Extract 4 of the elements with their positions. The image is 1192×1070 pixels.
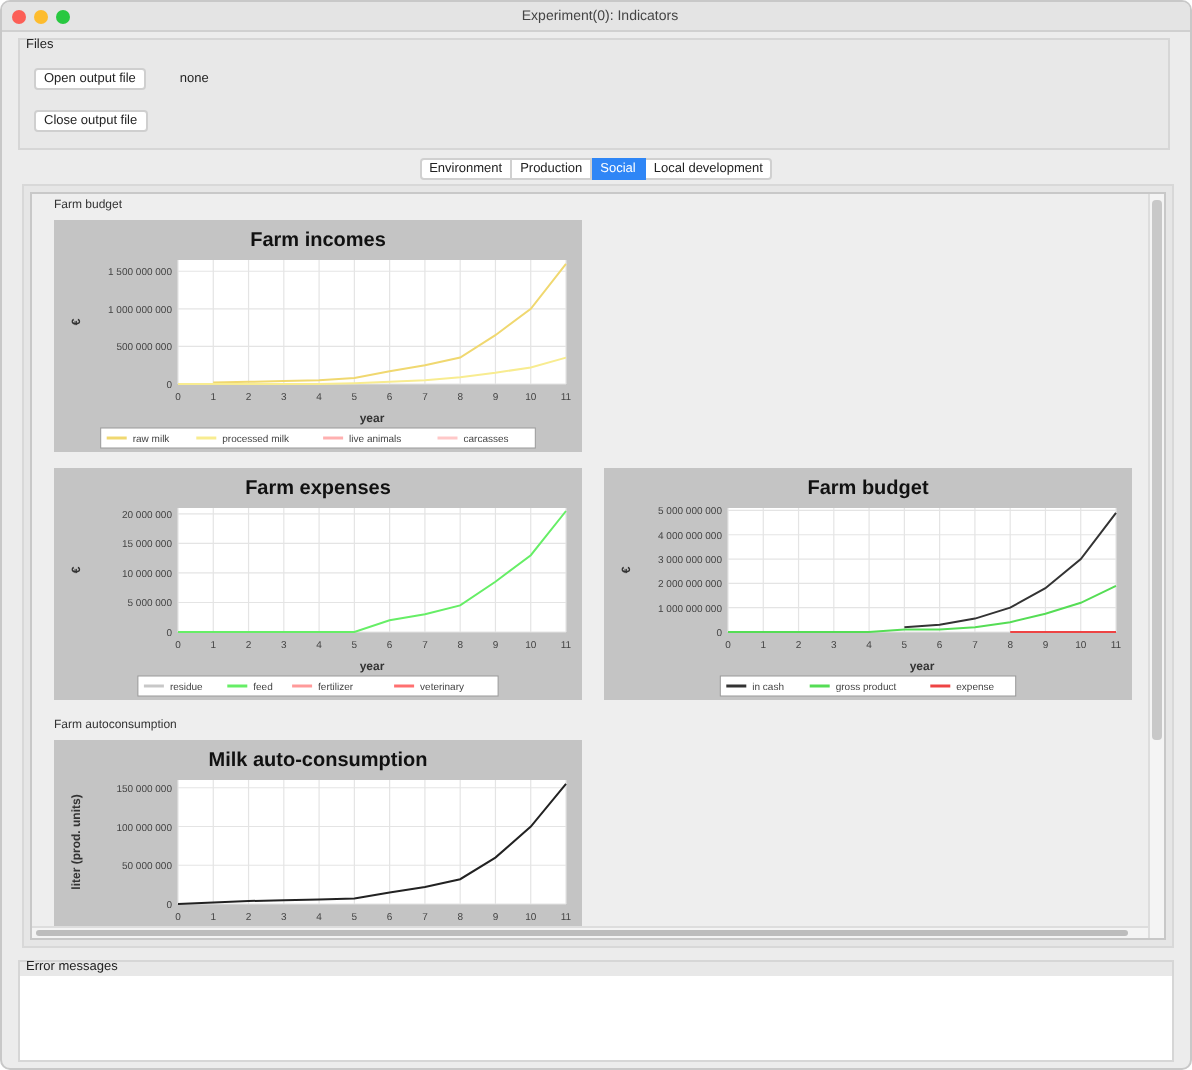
chart-title: Milk auto-consumption <box>208 750 428 772</box>
chart-title: Farm budget <box>807 478 929 500</box>
chart-title: Farm expenses <box>245 478 391 500</box>
chart-title: Farm incomes <box>250 230 386 252</box>
